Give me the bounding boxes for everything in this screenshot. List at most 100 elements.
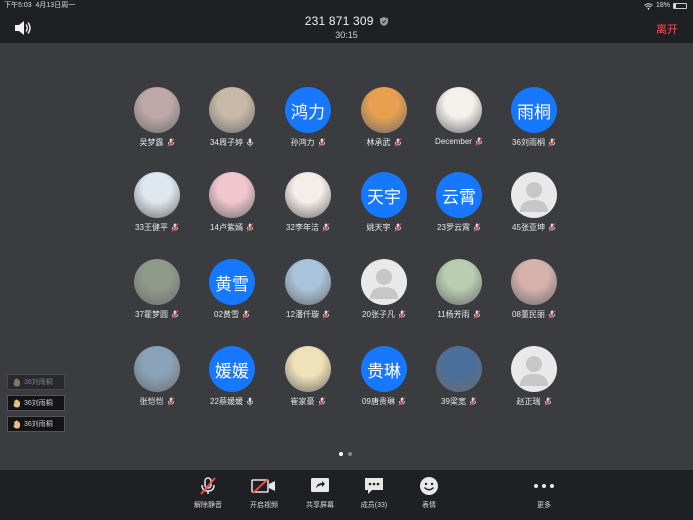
mic-muted-icon [548,310,556,319]
mic-on-icon [246,138,254,147]
meeting-id[interactable]: 231 871 309 [0,14,693,28]
page-dot-1[interactable] [339,452,343,456]
start-video-label: 开启视频 [250,502,278,509]
participant-name: 20张子凡 [362,310,395,319]
mic-muted-icon [394,223,401,232]
members-chat-icon [365,478,383,494]
participant-name-row: 08董民丽 [489,309,579,320]
raised-hand-name: 36刘雨桐 [24,379,53,386]
status-right: 18% [644,0,687,12]
avatar-photo [134,259,180,305]
participant-tile[interactable]: 雨桐 36刘雨桐 [489,87,579,148]
members-button[interactable]: 成员(33) [349,476,399,510]
wifi-icon [644,2,653,10]
participant-name-row: 36刘雨桐 [489,137,579,148]
more-button[interactable]: 更多 [519,476,569,510]
mic-muted-icon [167,397,174,406]
more-label: 更多 [537,502,551,509]
participant-name: 12潘仟璇 [286,310,319,319]
start-video-button[interactable]: 开启视频 [239,476,289,510]
mic-muted-icon [318,397,325,406]
page-dot-2[interactable] [348,452,352,456]
participant-name: 09唐贵琳 [362,397,395,406]
participant-name: 林承武 [366,138,391,147]
avatar-photo [285,346,331,392]
participant-tile[interactable]: 赵正瑞 [489,346,579,407]
avatar-photo [134,87,180,133]
avatar-photo [209,87,255,133]
participant-name: 32李年洁 [286,223,319,232]
mic-muted-icon [469,397,477,406]
shield-icon [380,17,389,27]
participant-name: 08董民丽 [512,310,545,319]
page-indicator [339,452,352,456]
raised-hand-item[interactable]: 36刘雨桐 [7,416,65,432]
mic-muted-icon [322,310,330,319]
avatar-photo [436,259,482,305]
members-label: 成员(33) [360,502,388,509]
participant-tile[interactable]: 45张亚坤 [489,172,579,233]
participant-name: 赵正瑞 [516,397,541,406]
raised-hand-item[interactable]: 36刘雨桐 [7,395,65,411]
participant-name: 姚天宇 [366,223,391,232]
share-screen-icon [311,478,329,492]
status-time-date: 下午5:03 4月13日周一 [4,0,75,12]
video-off-icon [251,478,275,494]
raised-hand-icon [13,377,20,386]
mic-muted-icon [394,138,401,147]
participant-name: 吴梦露 [139,138,164,147]
mic-muted-icon [475,137,483,146]
avatar-photo [285,172,331,218]
share-screen-label: 共享屏幕 [306,502,334,509]
avatar-photo [436,346,482,392]
raised-hand-name: 36刘雨桐 [24,400,53,407]
participant-name-row: 赵正瑞 [489,396,579,407]
participant-name: 36刘雨桐 [512,138,545,147]
raised-hand-name: 36刘雨桐 [24,421,53,428]
status-date: 4月13日周一 [35,2,76,9]
smiley-icon [420,477,438,495]
mic-muted-icon [548,223,556,232]
default-user-icon [511,172,557,218]
raised-hand-item[interactable]: 36刘雨桐 [7,374,65,390]
mic-muted-icon [544,397,551,406]
participant-grid: 吴梦露 34周子婷 鸿力 孙鸿力 林承武 December 雨桐 36刘雨桐 33王健平 14卢紫… [0,43,693,468]
mic-muted-icon [548,138,556,147]
participant-name: 22蔡媛媛 [210,397,243,406]
avatar-photo [209,172,255,218]
mic-muted-icon [473,310,481,319]
mic-muted-icon [318,138,325,147]
participant-name: 34周子婷 [210,138,243,147]
participant-tile[interactable]: 08董民丽 [489,259,579,320]
avatar-initials: 天宇 [361,172,407,218]
unmute-button[interactable]: 解除静音 [183,476,233,510]
mic-muted-icon [398,397,406,406]
avatar-photo [134,172,180,218]
reactions-button[interactable]: 表情 [404,476,454,510]
share-screen-button[interactable]: 共享屏幕 [295,476,345,510]
mic-muted-icon [473,223,481,232]
avatar-initials: 鸿力 [285,87,331,133]
participant-name: 14卢紫嫣 [210,223,243,232]
participant-name: 45张亚坤 [512,223,545,232]
mic-muted-icon [171,310,179,319]
avatar-photo [511,259,557,305]
avatar-photo [436,87,482,133]
mic-muted-icon [322,223,330,232]
participant-name: 02黄雪 [214,310,239,319]
participant-name: 崔家豪 [290,397,315,406]
status-time: 下午5:03 [4,2,32,9]
raised-hand-icon [13,419,20,428]
participant-name: December [435,137,472,146]
mic-muted-icon [398,310,406,319]
unmute-label: 解除静音 [194,502,222,509]
participant-name: 张恺恺 [139,397,164,406]
default-user-icon [511,346,557,392]
avatar-initials: 贵琳 [361,346,407,392]
participant-name: 39梁宽 [441,397,466,406]
mic-muted-icon [246,223,254,232]
participant-name: 11杨芳雨 [437,310,470,319]
meeting-id-text: 231 871 309 [304,14,374,28]
participant-name-row: 45张亚坤 [489,222,579,233]
leave-button[interactable]: 离开 [656,21,678,37]
